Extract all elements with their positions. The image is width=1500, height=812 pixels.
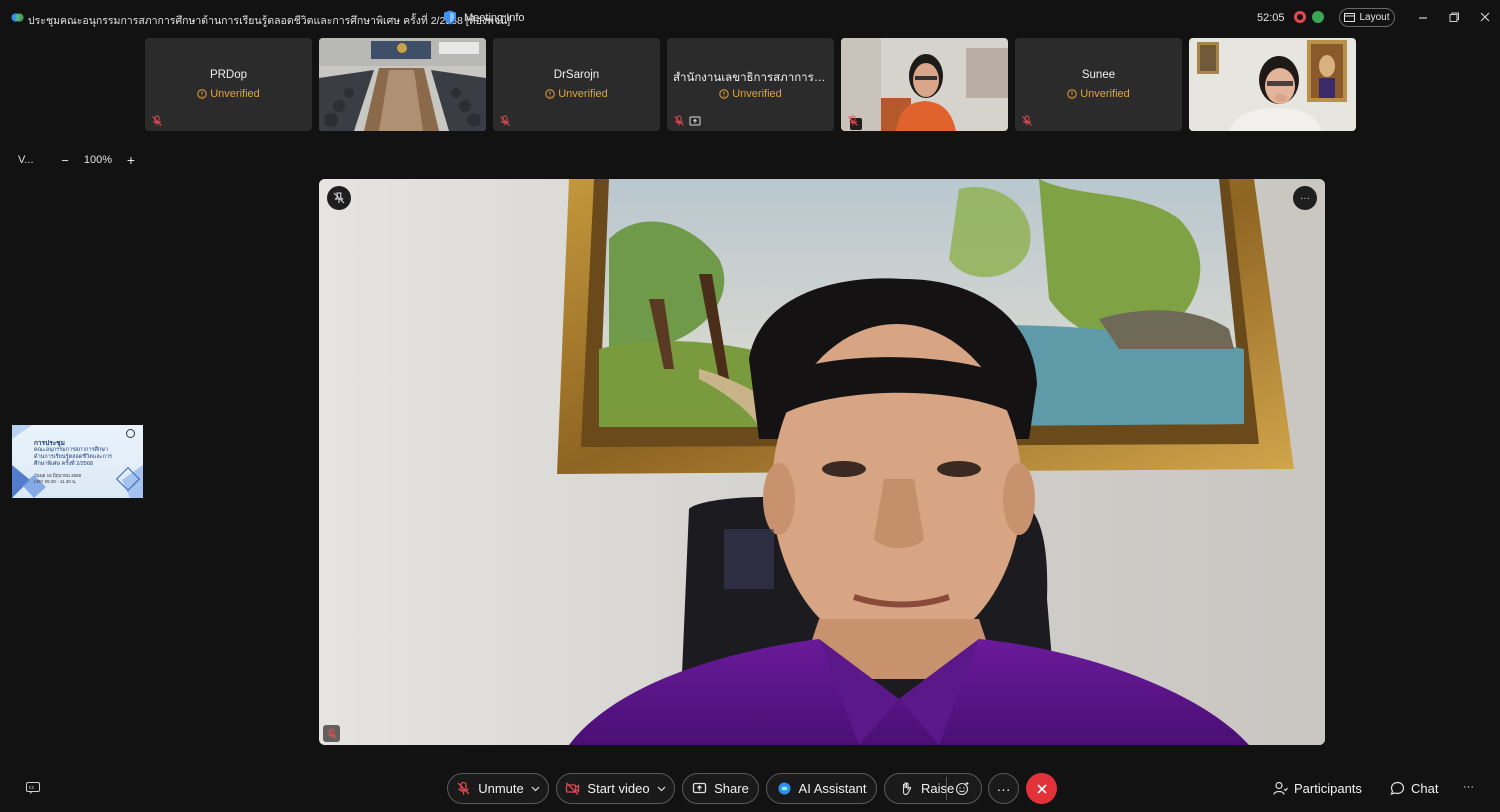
slide-logo-icon <box>126 429 135 438</box>
view-label[interactable]: V... <box>18 154 42 166</box>
meeting-timer: 52:05 <box>1257 12 1285 24</box>
participants-button[interactable]: Participants <box>1273 781 1362 796</box>
participant-video-tile[interactable] <box>841 38 1008 131</box>
participant-tile[interactable]: Sunee Unverified <box>1015 38 1182 131</box>
ai-assistant-icon <box>778 782 791 795</box>
chevron-down-icon[interactable] <box>657 786 666 792</box>
pin-off-glyph <box>333 192 345 204</box>
chevron-down-icon[interactable] <box>531 786 540 792</box>
layout-button[interactable]: Layout <box>1339 8 1395 27</box>
share-label: Share <box>714 781 749 796</box>
network-signal-icon <box>1312 11 1324 23</box>
divider <box>946 777 947 800</box>
start-video-label: Start video <box>587 781 650 796</box>
share-screen-icon <box>692 782 707 794</box>
start-video-button[interactable]: Start video <box>556 773 675 804</box>
info-icon <box>1067 89 1077 99</box>
participants-icon <box>1273 781 1288 795</box>
participant-name: DrSarojn <box>553 69 600 81</box>
participant-video-tile[interactable] <box>1189 38 1356 131</box>
verification-status: Unverified <box>493 88 660 100</box>
pin-off-icon[interactable] <box>327 186 351 210</box>
participant-name: PRDop <box>209 69 248 81</box>
mic-muted-icon <box>457 781 470 795</box>
meeting-info-button[interactable]: Meeting Info <box>464 12 525 24</box>
conference-room-video <box>319 38 486 131</box>
chat-label: Chat <box>1411 781 1439 796</box>
participant-name: Sunee <box>1081 69 1116 81</box>
participant-video-tile[interactable] <box>319 38 486 131</box>
ai-assistant-button[interactable]: AI Assistant <box>766 773 877 804</box>
zoom-controls: V... − 100% + <box>18 152 142 168</box>
slide-line: เวลา 09.30 - 11.30 น. <box>34 479 77 484</box>
minimize-icon[interactable] <box>1416 10 1430 24</box>
meeting-title: ประชุมคณะอนุกรรมการสภาการศึกษาด้านการเรี… <box>28 15 511 27</box>
raise-label: Raise <box>921 781 955 796</box>
unmute-button[interactable]: Unmute <box>447 773 549 804</box>
reactions-emoji-icon[interactable] <box>955 781 970 796</box>
close-icon <box>1036 783 1047 794</box>
participant-video <box>1189 38 1356 131</box>
chat-icon <box>1390 781 1405 795</box>
participant-tile[interactable]: PRDop Unverified <box>145 38 312 131</box>
video-off-icon <box>566 782 580 795</box>
participant-tile[interactable]: DrSarojn Unverified <box>493 38 660 131</box>
mic-muted-icon <box>848 115 858 126</box>
participants-label: Participants <box>1294 781 1362 796</box>
participant-tile[interactable]: สำนักงานเลขาธิการสภาการศึก... Unverified <box>667 38 834 131</box>
slide-line: ศึกษาพิเศษ ครั้งที่ 2/2568 <box>34 461 93 467</box>
overflow-menu-button[interactable]: ··· <box>1463 781 1474 793</box>
closed-captions-icon[interactable]: cc <box>26 782 40 794</box>
more-options-icon[interactable]: ··· <box>1293 186 1317 210</box>
mic-muted-icon <box>152 115 162 126</box>
shared-slide-preview[interactable]: การประชุม คณะอนุกรรมการสภาการศึกษา ด้านก… <box>12 425 143 498</box>
mic-muted-icon <box>500 115 510 126</box>
chat-button[interactable]: Chat <box>1390 781 1438 796</box>
recording-indicator-icon <box>1294 11 1306 23</box>
participant-name: สำนักงานเลขาธิการสภาการศึก... <box>673 72 828 84</box>
webex-logo-icon <box>11 13 24 22</box>
leave-meeting-button[interactable] <box>1026 773 1057 804</box>
layout-label: Layout <box>1359 12 1390 23</box>
verification-status: Unverified <box>667 88 834 100</box>
restore-icon[interactable] <box>1447 10 1461 24</box>
info-icon <box>545 89 555 99</box>
meeting-toolbar: cc Unmute Start video Share AI Assistant… <box>0 768 1500 812</box>
participant-video <box>841 38 1008 131</box>
mic-muted-icon <box>1022 115 1032 126</box>
raise-hand-button[interactable]: Raise <box>884 773 982 804</box>
shield-icon[interactable] <box>443 10 457 25</box>
verification-status: Unverified <box>1015 88 1182 100</box>
close-icon[interactable] <box>1478 10 1492 24</box>
title-bar: ประชุมคณะอนุกรรมการสภาการศึกษาด้านการเรี… <box>0 0 1500 36</box>
zoom-level: 100% <box>83 154 113 166</box>
zoom-out-button[interactable]: − <box>54 153 76 168</box>
speaker-video-feed <box>319 179 1325 745</box>
info-icon <box>719 89 729 99</box>
mic-muted-icon <box>323 725 340 742</box>
svg-text:cc: cc <box>29 785 35 791</box>
share-button[interactable]: Share <box>682 773 759 804</box>
screen-share-icon <box>689 116 701 126</box>
ai-assistant-label: AI Assistant <box>798 781 867 796</box>
mic-muted-icon <box>674 115 684 126</box>
zoom-in-button[interactable]: + <box>120 152 142 168</box>
raise-hand-icon <box>902 782 912 796</box>
unmute-label: Unmute <box>478 781 524 796</box>
layout-icon <box>1344 13 1356 22</box>
meeting-window: ประชุมคณะอนุกรรมการสภาการศึกษาด้านการเรี… <box>0 0 1500 812</box>
more-button[interactable]: ··· <box>988 773 1019 804</box>
active-speaker-video[interactable]: ··· <box>319 179 1325 745</box>
info-icon <box>197 89 207 99</box>
verification-status: Unverified <box>145 88 312 100</box>
